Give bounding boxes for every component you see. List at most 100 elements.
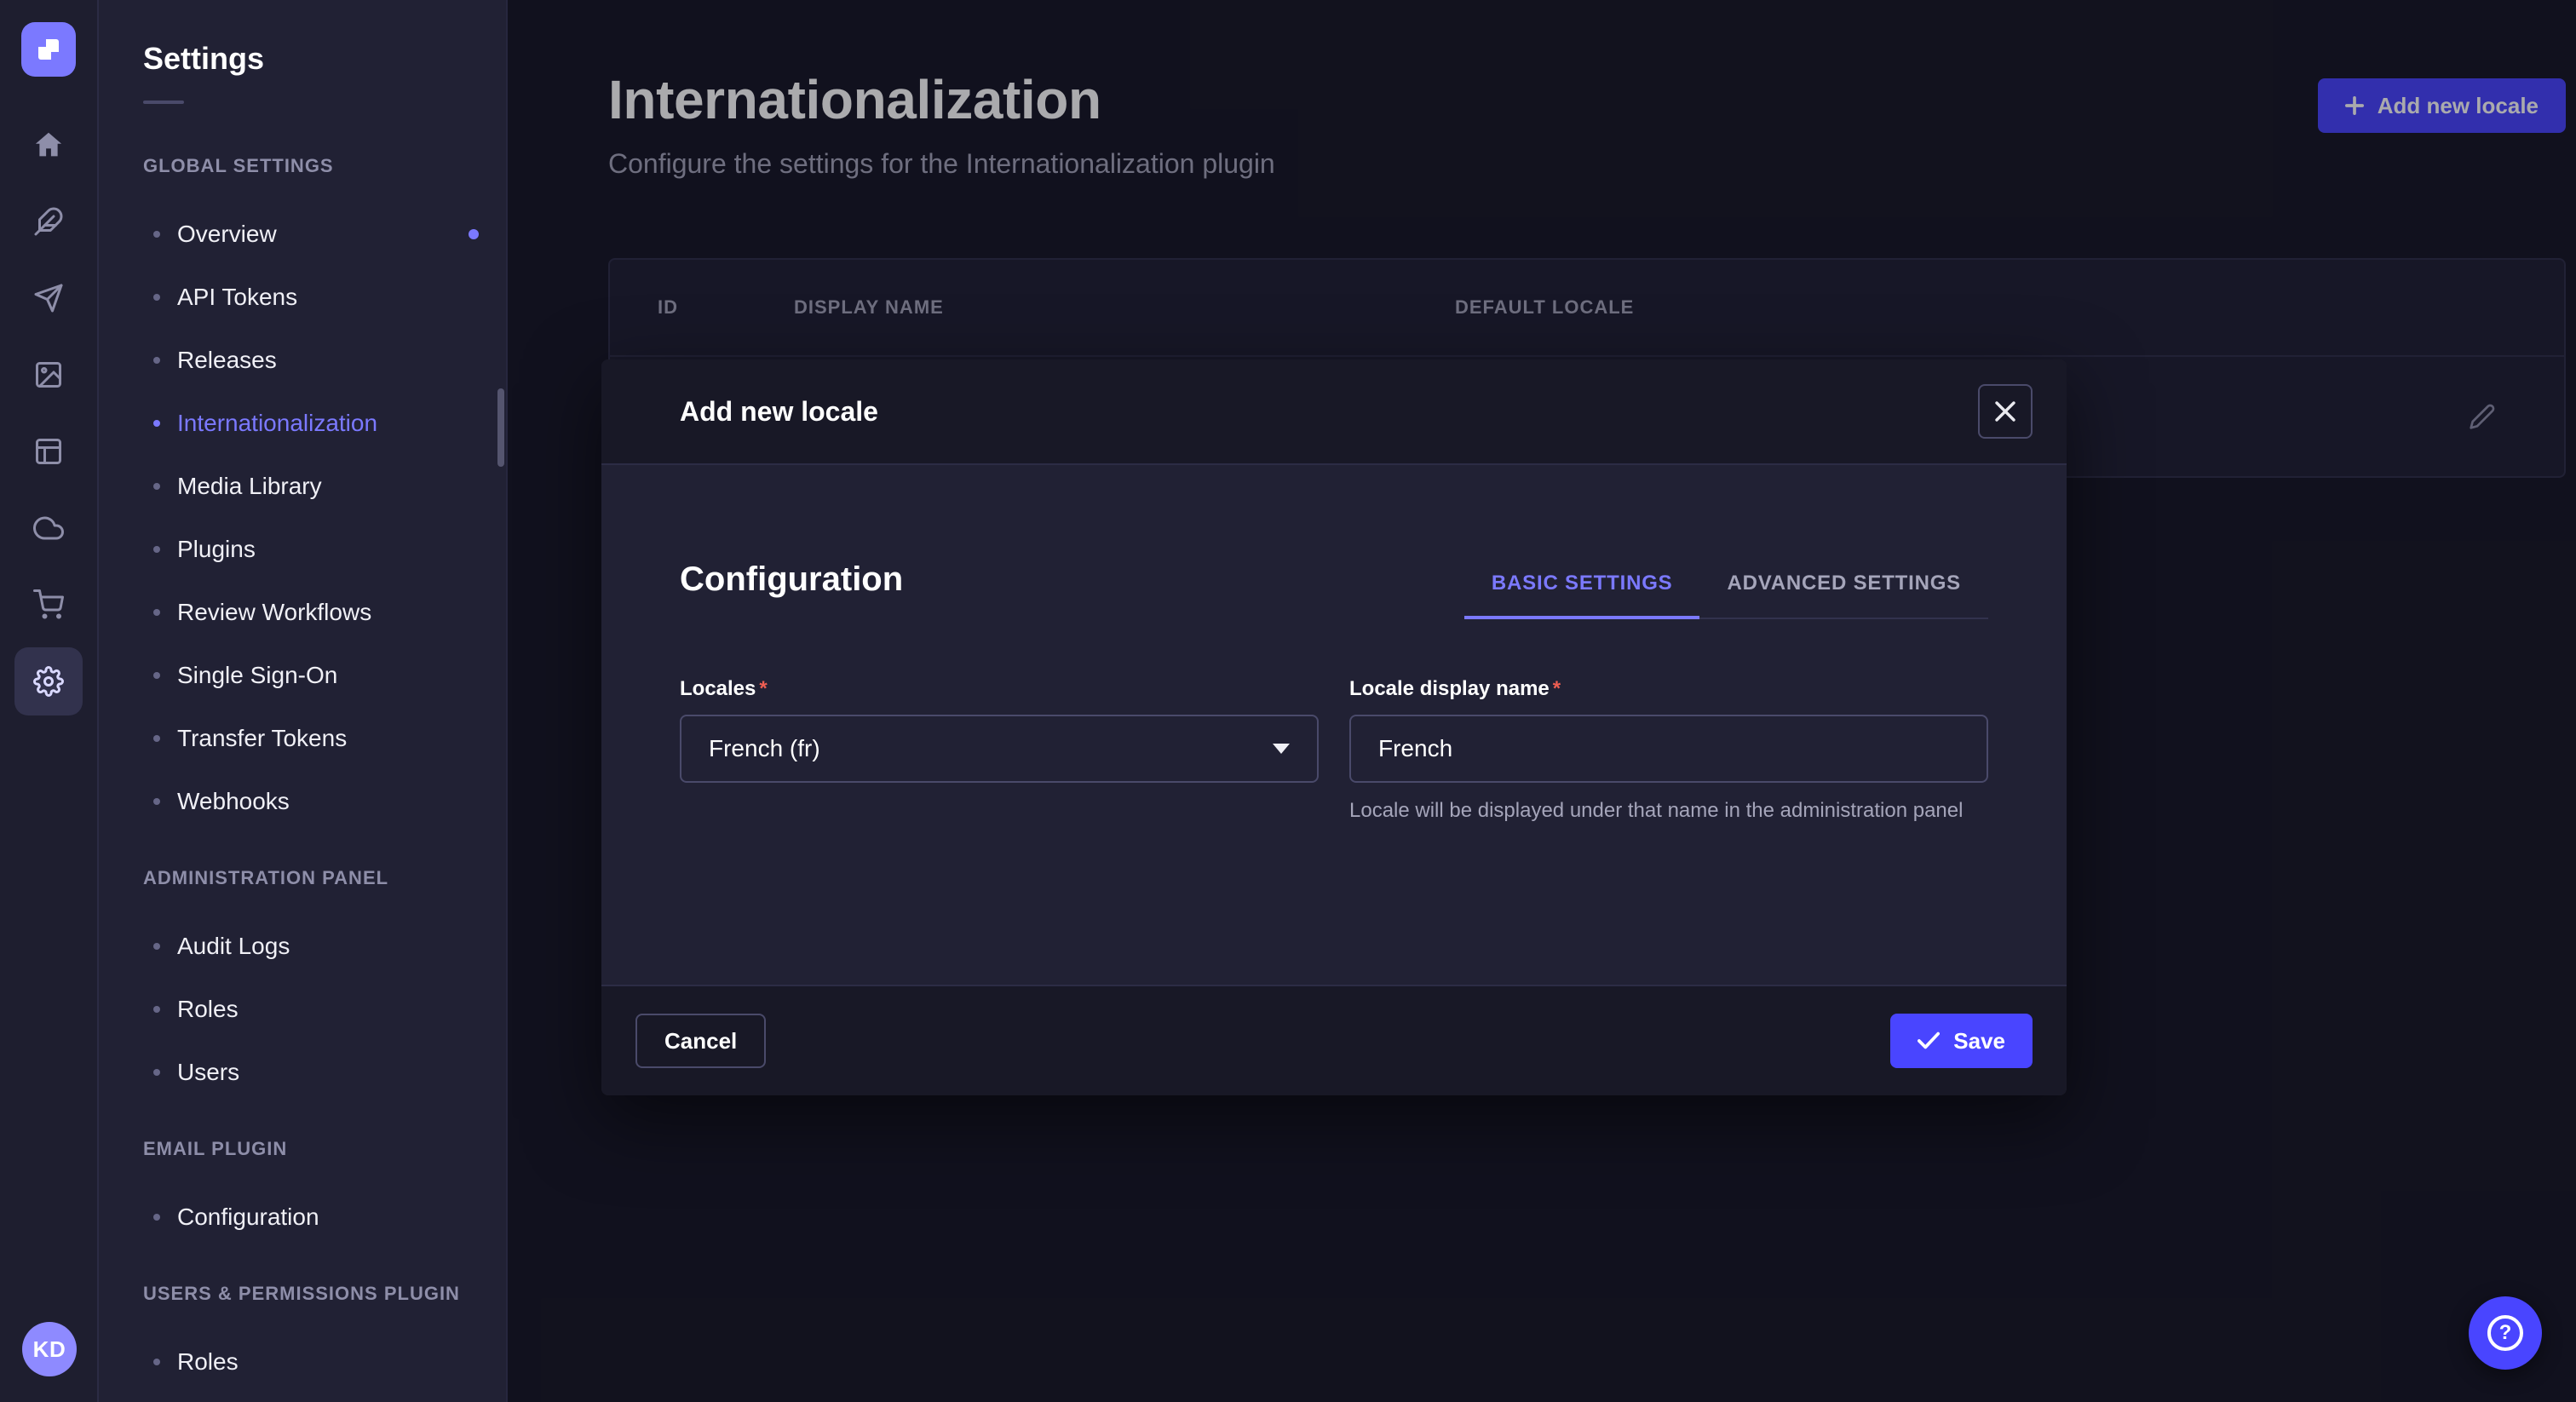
required-asterisk: *: [759, 677, 767, 701]
modal-header: Add new locale: [601, 359, 2067, 465]
sidebar-title: Settings: [143, 41, 506, 77]
sidebar-item-label: Configuration: [177, 1204, 319, 1231]
modal-footer: Cancel Save: [601, 985, 2067, 1095]
sidebar-item-label: Users: [177, 1059, 239, 1086]
bullet-dot: [153, 1006, 160, 1013]
sidebar-item-media-library[interactable]: Media Library: [143, 455, 506, 518]
modal-body: Configuration BASIC SETTINGS ADVANCED SE…: [601, 465, 2067, 985]
sidebar-item-label: API Tokens: [177, 284, 297, 311]
required-asterisk: *: [1553, 677, 1561, 701]
bullet-dot: [153, 735, 160, 742]
sidebar-item-label: Transfer Tokens: [177, 725, 347, 752]
sidebar-scrollbar-thumb[interactable]: [497, 388, 504, 467]
configuration-row: Configuration BASIC SETTINGS ADVANCED SE…: [680, 560, 1988, 619]
deploy-cloud-icon[interactable]: [33, 513, 64, 543]
bullet-dot: [153, 672, 160, 679]
marketplace-cart-icon[interactable]: [33, 589, 64, 620]
media-library-icon[interactable]: [33, 359, 64, 390]
locale-display-name-input[interactable]: [1349, 715, 1988, 783]
cancel-button[interactable]: Cancel: [635, 1014, 766, 1068]
sidebar-item-admin-roles[interactable]: Roles: [143, 978, 506, 1041]
bullet-dot: [153, 357, 160, 364]
bullet-dot: [153, 943, 160, 950]
section-users-permissions-plugin: USERS & PERMISSIONS PLUGIN: [143, 1283, 506, 1305]
sidebar-item-transfer-tokens[interactable]: Transfer Tokens: [143, 707, 506, 770]
sidebar-item-label: Releases: [177, 347, 277, 374]
sidebar-item-label: Overview: [177, 221, 277, 248]
bullet-dot: [153, 1069, 160, 1076]
check-icon: [1918, 1031, 1940, 1050]
bullet-dot: [153, 798, 160, 805]
bullet-dot: [153, 1359, 160, 1365]
section-administration-panel: ADMINISTRATION PANEL: [143, 867, 506, 889]
user-avatar[interactable]: KD: [22, 1322, 77, 1376]
administration-panel-list: Audit Logs Roles Users: [143, 915, 506, 1104]
email-plugin-list: Configuration: [143, 1186, 506, 1249]
sidebar-item-releases[interactable]: Releases: [143, 329, 506, 392]
locales-label-text: Locales: [680, 677, 756, 701]
strapi-admin-app: KD Settings GLOBAL SETTINGS Overview API…: [0, 0, 2576, 1402]
strapi-logo[interactable]: [21, 22, 76, 77]
question-mark-icon: ?: [2487, 1315, 2523, 1351]
home-icon[interactable]: [33, 129, 64, 160]
locale-display-name-hint: Locale will be displayed under that name…: [1349, 796, 1988, 825]
sidebar-item-label: Plugins: [177, 536, 256, 563]
locales-label: Locales*: [680, 677, 1319, 701]
locale-display-name-field: Locale display name* Locale will be disp…: [1349, 677, 1988, 825]
help-button[interactable]: ?: [2469, 1296, 2542, 1370]
save-button[interactable]: Save: [1890, 1014, 2033, 1068]
sidebar-item-review-workflows[interactable]: Review Workflows: [143, 581, 506, 644]
sidebar-item-users[interactable]: Users: [143, 1041, 506, 1104]
global-settings-list: Overview API Tokens Releases Internation…: [143, 203, 506, 833]
settings-sidebar: Settings GLOBAL SETTINGS Overview API To…: [99, 0, 508, 1402]
modal-title: Add new locale: [680, 396, 878, 428]
chevron-down-icon: [1273, 744, 1290, 754]
save-button-label: Save: [1953, 1028, 2005, 1054]
releases-icon[interactable]: [33, 283, 64, 313]
sidebar-item-internationalization[interactable]: Internationalization: [143, 392, 506, 455]
configuration-heading: Configuration: [680, 560, 903, 619]
section-global-settings: GLOBAL SETTINGS: [143, 155, 506, 177]
strapi-logo-glyph: [33, 34, 64, 65]
modal-form-fields: Locales* French (fr) Locale display name…: [680, 677, 1988, 825]
add-locale-modal: Add new locale Configuration BASIC SETTI…: [601, 359, 2067, 1095]
locales-select[interactable]: French (fr): [680, 715, 1319, 783]
sidebar-item-label: Internationalization: [177, 410, 377, 437]
sidebar-item-plugins[interactable]: Plugins: [143, 518, 506, 581]
sidebar-item-email-configuration[interactable]: Configuration: [143, 1186, 506, 1249]
sidebar-item-overview[interactable]: Overview: [143, 203, 506, 266]
bullet-dot: [153, 1214, 160, 1221]
sidebar-item-label: Audit Logs: [177, 933, 290, 960]
close-icon: [1995, 401, 2015, 422]
tab-advanced-settings[interactable]: ADVANCED SETTINGS: [1699, 572, 1988, 618]
section-email-plugin: EMAIL PLUGIN: [143, 1138, 506, 1160]
tab-basic-settings[interactable]: BASIC SETTINGS: [1464, 572, 1700, 618]
display-name-label-text: Locale display name: [1349, 677, 1550, 701]
notification-dot: [469, 229, 479, 239]
modal-tabs: BASIC SETTINGS ADVANCED SETTINGS: [1464, 572, 1988, 619]
locale-display-name-label: Locale display name*: [1349, 677, 1988, 701]
sidebar-item-audit-logs[interactable]: Audit Logs: [143, 915, 506, 978]
rail-icons: [14, 129, 83, 715]
sidebar-item-label: Single Sign-On: [177, 662, 337, 689]
locales-field: Locales* French (fr): [680, 677, 1319, 825]
users-permissions-list: Roles Providers: [143, 1330, 506, 1402]
sidebar-item-up-roles[interactable]: Roles: [143, 1330, 506, 1393]
bullet-dot: [153, 420, 160, 427]
settings-gear-icon[interactable]: [14, 647, 83, 715]
sidebar-item-single-sign-on[interactable]: Single Sign-On: [143, 644, 506, 707]
sidebar-item-webhooks[interactable]: Webhooks: [143, 770, 506, 833]
sidebar-item-label: Webhooks: [177, 788, 290, 815]
bullet-dot: [153, 483, 160, 490]
bullet-dot: [153, 546, 160, 553]
sidebar-item-api-tokens[interactable]: API Tokens: [143, 266, 506, 329]
sidebar-item-providers[interactable]: Providers: [143, 1393, 506, 1402]
sidebar-item-label: Roles: [177, 996, 239, 1023]
content-manager-icon[interactable]: [33, 206, 64, 237]
main-nav-rail: KD: [0, 0, 99, 1402]
content-type-builder-icon[interactable]: [33, 436, 64, 467]
bullet-dot: [153, 609, 160, 616]
close-modal-button[interactable]: [1978, 384, 2033, 439]
bullet-dot: [153, 231, 160, 238]
sidebar-title-divider: [143, 101, 184, 104]
